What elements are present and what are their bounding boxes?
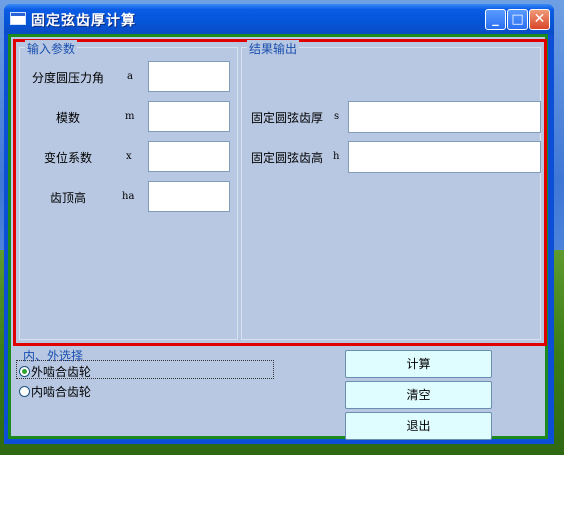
symbol-ha: ha [122,191,135,202]
label-shift-coefficient: 变位系数 [44,151,93,165]
window-title: 固定弦齿厚计算 [31,13,136,29]
symbol-s: s [334,111,340,122]
output-group-box [241,47,541,340]
pressure-angle-input[interactable] [148,61,230,92]
calculate-button[interactable]: 计算 [345,350,492,378]
close-button[interactable]: ✕ [529,9,550,30]
window-icon [10,12,26,25]
radio-internal-gear[interactable]: 内啮合齿轮 [19,383,91,400]
shift-coefficient-input[interactable] [148,141,230,172]
label-chordal-height: 固定圆弦齿高 [251,151,324,165]
focus-rectangle [16,360,274,379]
output-group-legend: 结果输出 [247,40,300,57]
symbol-m: m [125,111,135,122]
label-chordal-thickness: 固定圆弦齿厚 [251,111,324,125]
radio-internal-label: 内啮合齿轮 [31,385,92,399]
chordal-height-output[interactable] [348,141,541,173]
module-input[interactable] [148,101,230,132]
label-pressure-angle: 分度圆压力角 [32,71,105,85]
exit-button[interactable]: 退出 [345,412,492,440]
minimize-button[interactable]: _ [485,9,506,30]
clear-button[interactable]: 清空 [345,381,492,409]
title-bar[interactable]: 固定弦齿厚计算 _ □ ✕ [4,4,554,34]
radio-unselected-indicator[interactable] [19,386,30,397]
label-addendum: 齿顶高 [50,191,87,205]
label-module: 模数 [56,111,81,125]
maximize-button[interactable]: □ [507,9,528,30]
symbol-h: h [333,151,340,162]
symbol-a: a [127,71,133,82]
symbol-x: x [126,151,132,162]
chordal-thickness-output[interactable] [348,101,541,133]
input-group-legend: 输入参数 [25,40,78,57]
addendum-input[interactable] [148,181,230,212]
